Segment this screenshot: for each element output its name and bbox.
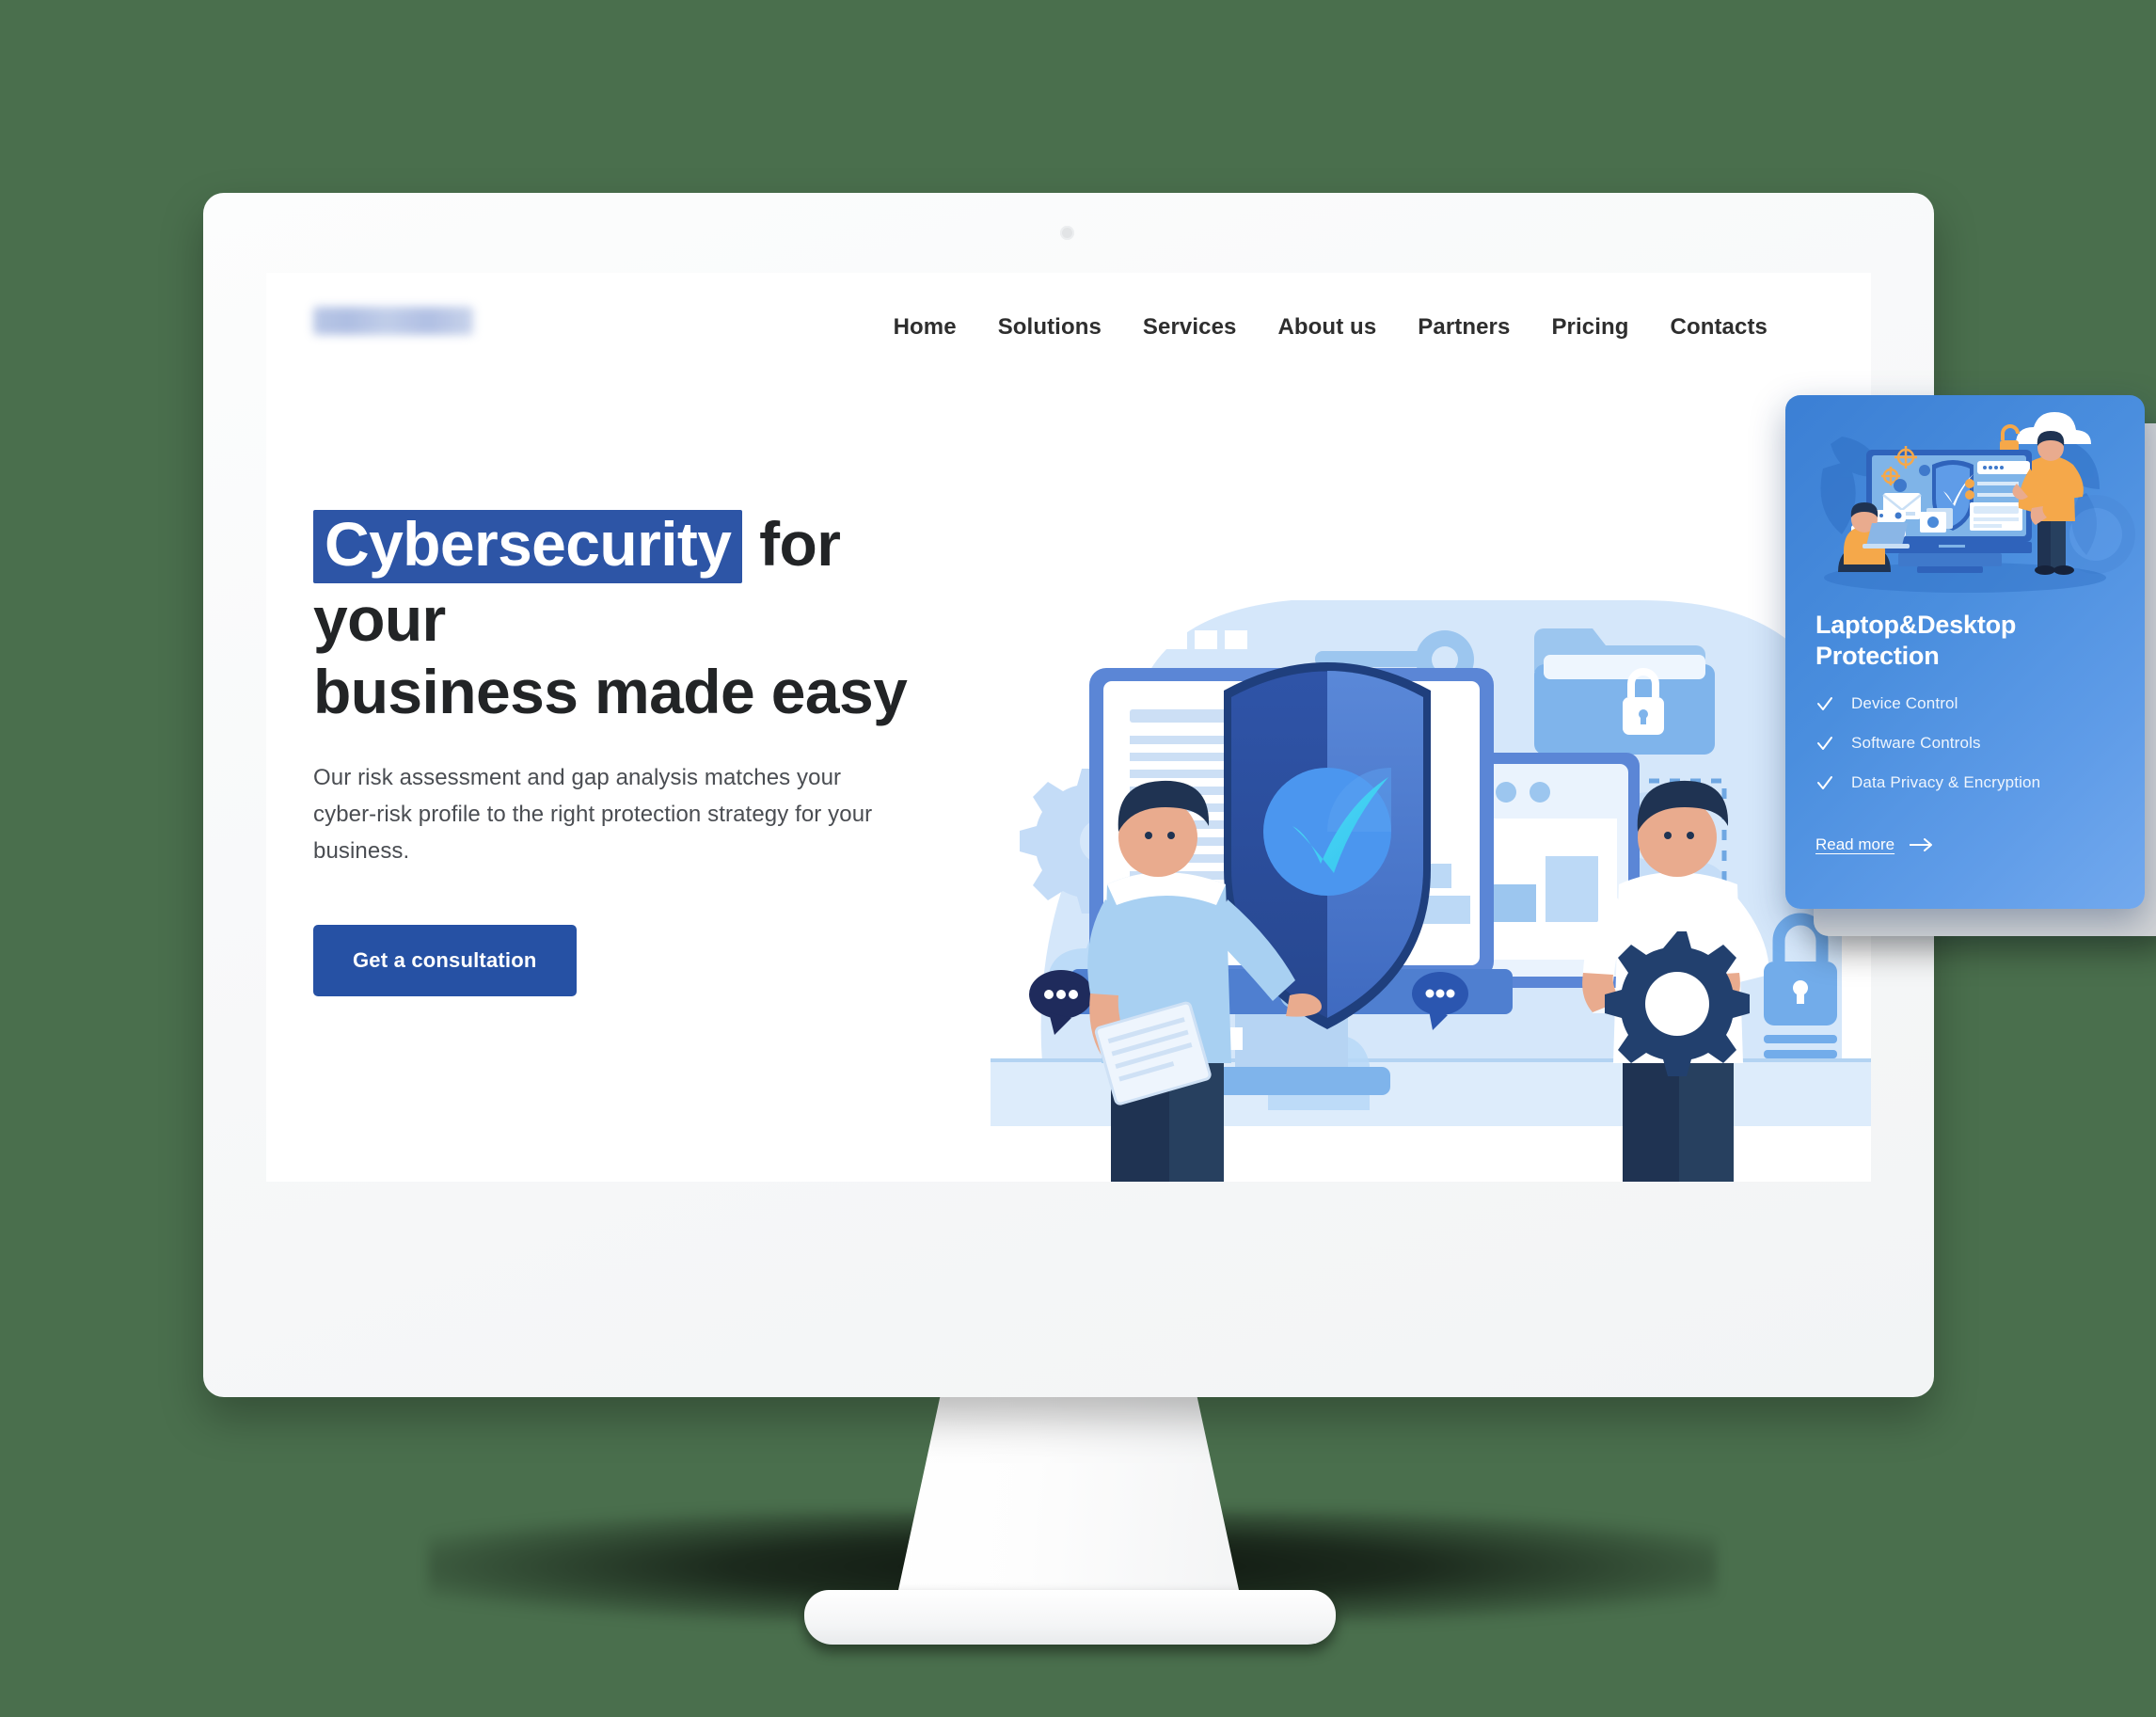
search-bar-icon <box>1977 461 2030 474</box>
hero-headline-highlight: Cybersecurity <box>313 510 743 583</box>
site-header: company-logo-blurred Home Solutions Serv… <box>266 273 1871 381</box>
main-navigation: Home Solutions Services About us Partner… <box>894 273 1809 381</box>
feature-item-device-control: Device Control <box>1815 694 2126 713</box>
hero-headline: Cybersecurity for your business made eas… <box>313 508 972 728</box>
read-more-link[interactable]: Read more <box>1815 835 1934 854</box>
feature-item-label: Software Controls <box>1851 734 1981 752</box>
feature-card-laptop-desktop-protection[interactable]: Laptop&Desktop Protection Device Control… <box>1785 395 2145 909</box>
nav-item-contacts[interactable]: Contacts <box>1671 314 1768 341</box>
feature-card-list: Device Control Software Controls Data Pr… <box>1815 694 2126 813</box>
get-a-consultation-button[interactable]: Get a consultation <box>313 925 577 997</box>
hero-subtitle: Our risk assessment and gap analysis mat… <box>313 765 873 865</box>
nav-item-partners[interactable]: Partners <box>1418 314 1510 341</box>
browser-viewport: company-logo-blurred Home Solutions Serv… <box>266 273 1871 1182</box>
read-more-label: Read more <box>1815 835 1895 853</box>
nav-item-services[interactable]: Services <box>1143 314 1237 341</box>
hero-text-block: Cybersecurity for your business made eas… <box>313 508 972 997</box>
nav-item-pricing[interactable]: Pricing <box>1551 314 1628 341</box>
check-icon <box>1817 737 1832 750</box>
company-logo-text: company-logo-blurred <box>313 305 551 329</box>
monitor-webcam-icon <box>1060 226 1074 240</box>
check-icon <box>1817 697 1832 710</box>
hero-illustration <box>991 442 1871 1182</box>
folder-lock-icon <box>1534 628 1715 755</box>
browser-window-icon <box>1970 502 2022 531</box>
feature-item-data-privacy-encryption: Data Privacy & Encryption <box>1815 773 2126 792</box>
monitor-stand-base <box>804 1590 1336 1645</box>
feature-item-label: Data Privacy & Encryption <box>1851 773 2041 791</box>
nav-item-home[interactable]: Home <box>894 314 957 341</box>
check-icon <box>1817 776 1832 789</box>
feature-item-label: Device Control <box>1851 694 1958 712</box>
nav-item-solutions[interactable]: Solutions <box>998 314 1102 341</box>
feature-card-illustration <box>1785 403 2145 600</box>
nav-item-about-us[interactable]: About us <box>1277 314 1376 341</box>
feature-card-title: Laptop&Desktop Protection <box>1815 611 2017 670</box>
hero-headline-line2: business made easy <box>313 657 908 727</box>
feature-item-software-controls: Software Controls <box>1815 734 2126 753</box>
arrow-right-icon <box>1910 838 1933 851</box>
gear-icon-dark <box>1605 931 1750 1076</box>
monitor-mockup: company-logo-blurred Home Solutions Serv… <box>0 0 2156 1717</box>
